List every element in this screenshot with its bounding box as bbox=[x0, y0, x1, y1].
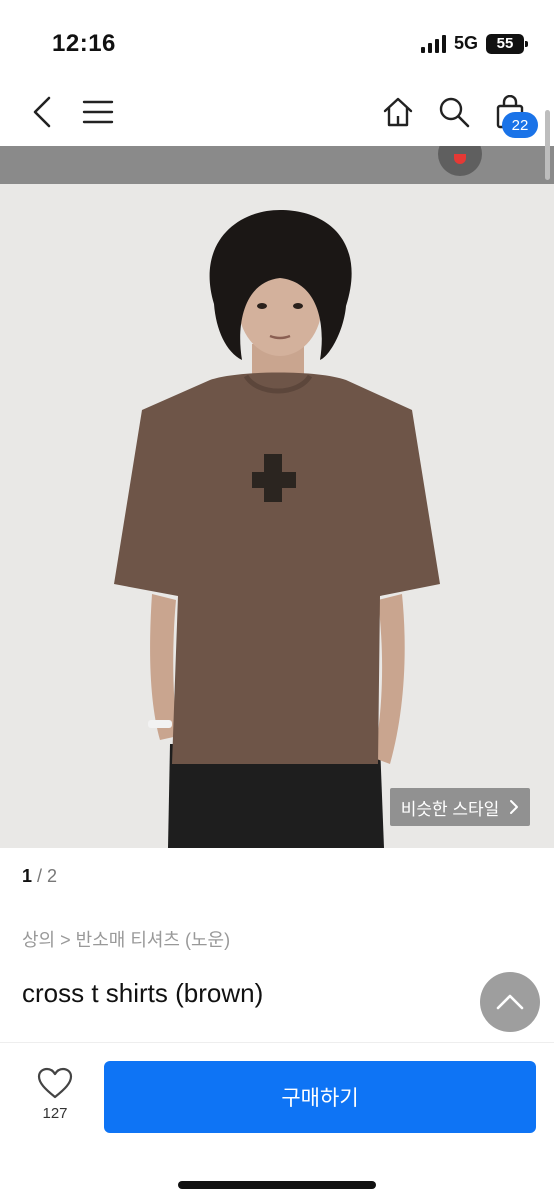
similar-style-label: 비슷한 스타일 bbox=[400, 799, 500, 819]
status-time: 12:16 bbox=[52, 30, 116, 57]
product-photo-illustration bbox=[0, 184, 554, 848]
chevron-left-icon bbox=[33, 96, 51, 128]
cart-count-badge: 22 bbox=[502, 112, 538, 138]
hamburger-menu-icon bbox=[82, 100, 114, 124]
bottom-action-bar: 127 구매하기 bbox=[0, 1042, 554, 1200]
product-image[interactable] bbox=[0, 184, 554, 848]
signal-icon bbox=[420, 34, 446, 53]
search-icon bbox=[439, 97, 470, 128]
similar-style-button[interactable]: 비슷한 스타일 bbox=[390, 788, 530, 826]
pager-current: 1 bbox=[22, 866, 33, 886]
chevron-right-icon bbox=[510, 800, 519, 814]
network-type: 5G bbox=[453, 33, 478, 53]
chevron-up-icon bbox=[496, 994, 524, 1010]
product-title: cross t shirts (brown) bbox=[22, 978, 264, 1008]
home-icon bbox=[383, 97, 413, 127]
heart-icon bbox=[37, 1067, 73, 1099]
image-pager: 1 / 2 bbox=[22, 866, 57, 887]
battery-icon: 55 bbox=[486, 33, 528, 54]
brand-banner bbox=[0, 146, 554, 184]
search-button[interactable] bbox=[432, 90, 476, 134]
top-nav-bar bbox=[0, 82, 554, 144]
home-indicator bbox=[178, 1181, 376, 1189]
scrollbar[interactable] bbox=[545, 110, 550, 180]
like-count: 127 bbox=[42, 1105, 68, 1122]
status-bar: 12:16 5G 55 bbox=[0, 0, 554, 82]
home-button[interactable] bbox=[376, 90, 420, 134]
menu-button[interactable] bbox=[76, 90, 120, 134]
brand-badge-icon bbox=[438, 146, 482, 176]
status-indicators: 5G 55 bbox=[420, 33, 528, 54]
scroll-to-top-button[interactable] bbox=[480, 972, 540, 1032]
breadcrumb[interactable]: 상의 > 반소매 티셔츠 (노운) bbox=[22, 926, 230, 952]
pager-total: / 2 bbox=[37, 866, 58, 886]
back-button[interactable] bbox=[20, 90, 64, 134]
like-button[interactable]: 127 bbox=[30, 1067, 80, 1133]
buy-button[interactable]: 구매하기 bbox=[104, 1061, 536, 1133]
